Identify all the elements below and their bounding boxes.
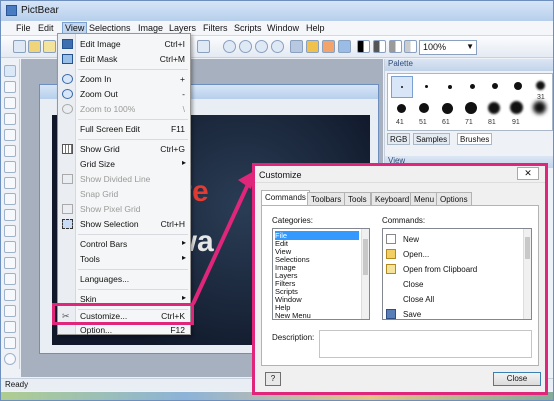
tab-keyboard[interactable]: Keyboard: [371, 192, 414, 205]
categories-scrollbar[interactable]: [361, 229, 369, 319]
commands-scrollbar[interactable]: [523, 229, 531, 319]
tab-toolbars[interactable]: Toolbars: [307, 192, 346, 205]
categories-list[interactable]: File Edit View Selections Image Layers F…: [272, 228, 370, 320]
commands-list[interactable]: New Open... Open from Clipboard Close Cl…: [382, 228, 532, 320]
tab-menu[interactable]: Menu: [410, 192, 439, 205]
customize-dialog: Customize ✕ Commands Toolbars Tools Keyb…: [252, 163, 548, 395]
dialog-title: Customize: [259, 170, 302, 180]
list-item[interactable]: Save: [385, 307, 517, 319]
annotation-arrow-line: [191, 179, 252, 305]
list-item[interactable]: Close: [385, 277, 517, 291]
new-file-icon: [386, 234, 396, 244]
scrollbar-thumb[interactable]: [363, 239, 368, 275]
list-item[interactable]: Open...: [385, 247, 517, 261]
scrollbar-thumb[interactable]: [525, 237, 530, 259]
dialog-title-bar: Customize ✕: [255, 166, 545, 183]
tab-tools[interactable]: Tools: [344, 192, 371, 205]
open-folder-icon: [386, 249, 396, 259]
help-icon[interactable]: ?: [265, 372, 281, 386]
close-icon[interactable]: ✕: [517, 167, 539, 180]
list-item[interactable]: New: [385, 232, 517, 246]
tab-commands[interactable]: Commands: [261, 190, 310, 206]
clipboard-icon: [386, 264, 396, 274]
tab-options[interactable]: Options: [436, 192, 472, 205]
list-item[interactable]: Close All: [385, 292, 517, 306]
categories-label: Categories:: [272, 216, 313, 225]
list-item[interactable]: New Menu: [275, 311, 359, 319]
dialog-body: Categories: Commands: File Edit View Sel…: [261, 205, 539, 366]
save-icon: [386, 309, 396, 319]
description-label: Description:: [272, 333, 315, 342]
list-item[interactable]: Open from Clipboard: [385, 262, 517, 276]
commands-label: Commands:: [382, 216, 426, 225]
description-box: [319, 330, 532, 358]
close-button[interactable]: Close: [493, 372, 541, 386]
